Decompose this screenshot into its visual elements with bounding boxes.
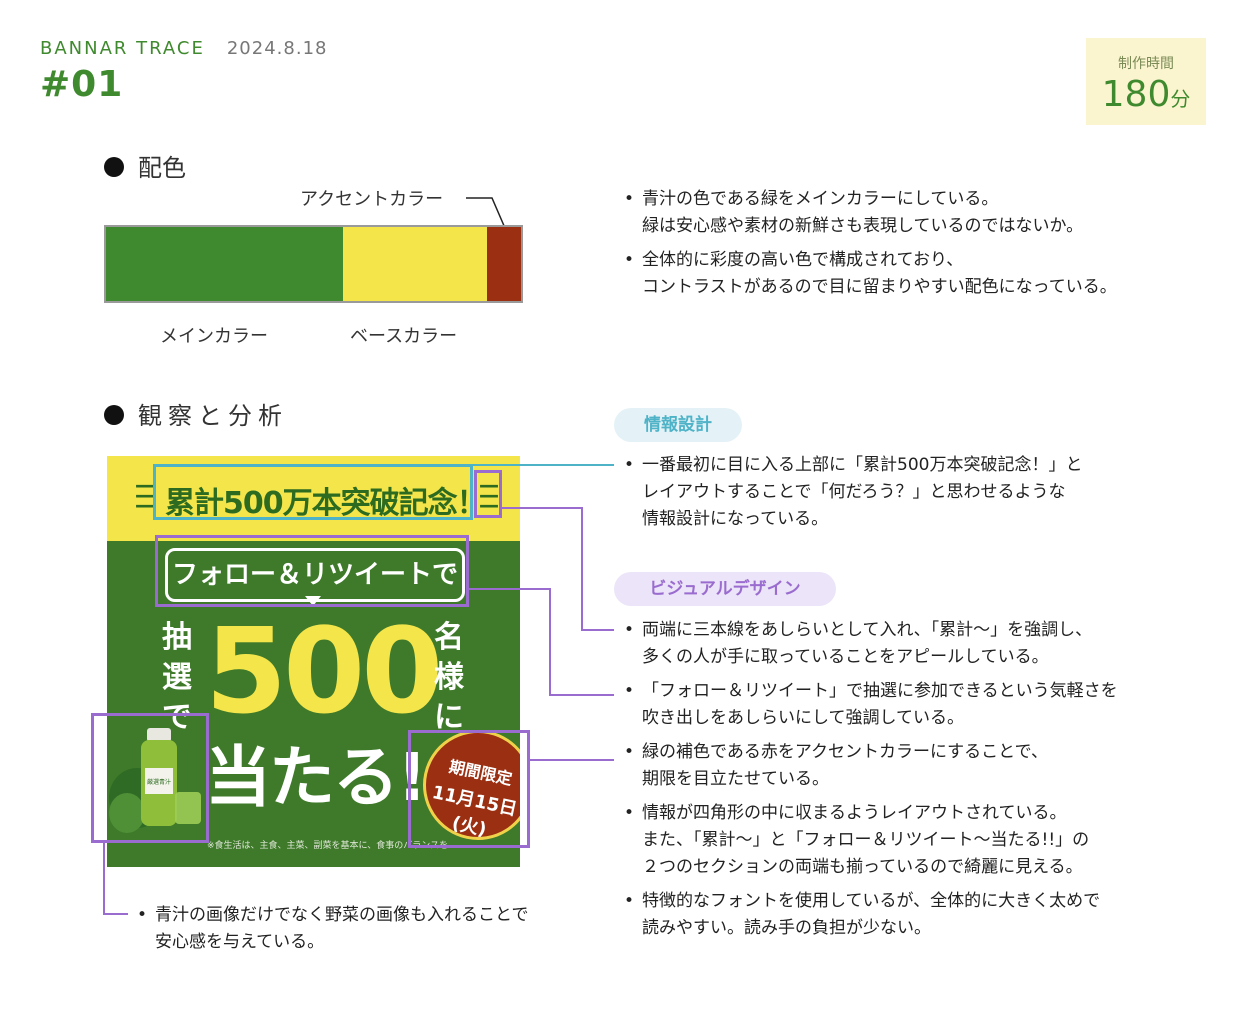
- connector-lines: [103, 464, 614, 915]
